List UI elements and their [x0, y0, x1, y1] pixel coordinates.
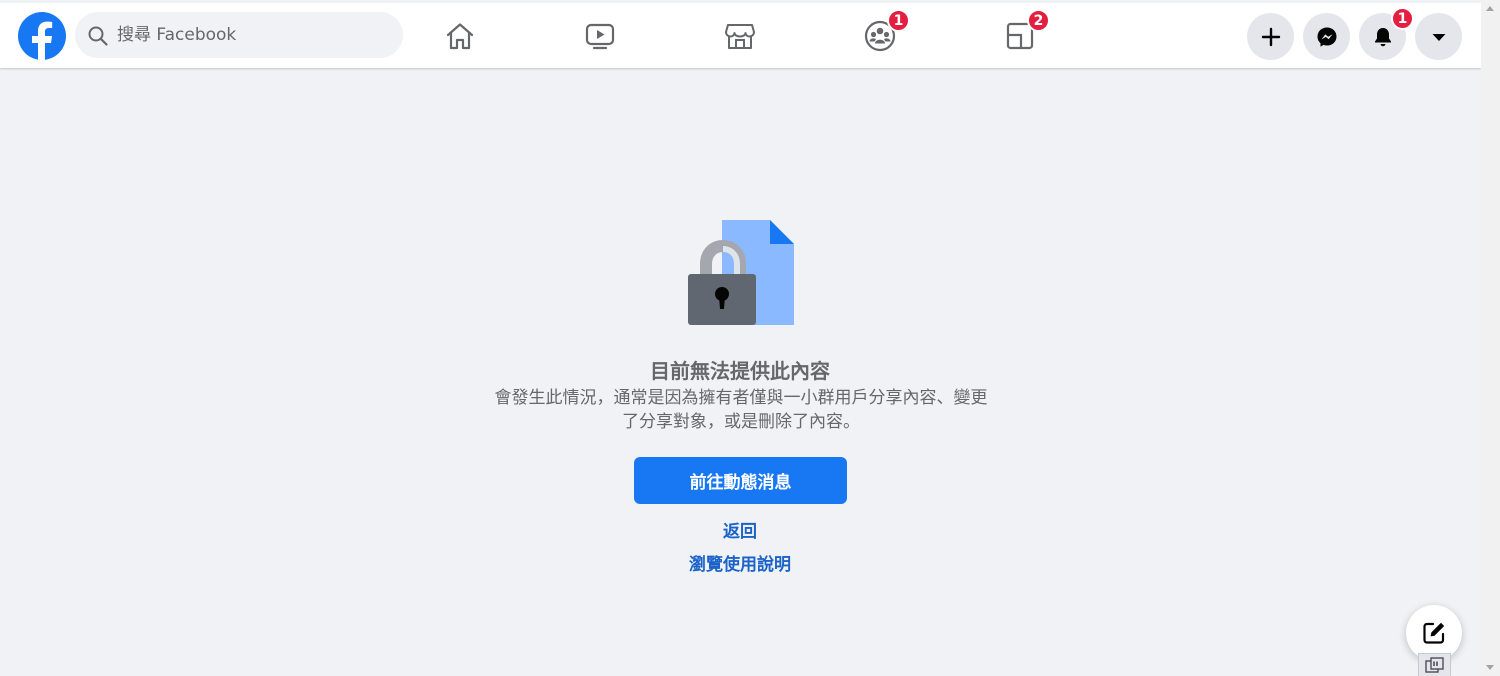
chat-window-icon — [1424, 657, 1444, 673]
tab-groups[interactable]: 1 — [825, 3, 935, 68]
tab-home[interactable] — [405, 3, 515, 68]
search-input[interactable] — [117, 12, 397, 58]
chat-tab-thumbnail[interactable] — [1418, 653, 1451, 676]
messenger-icon — [1317, 27, 1336, 47]
locked-content-illustration — [688, 220, 794, 325]
search-bar[interactable] — [75, 12, 403, 58]
home-icon — [446, 22, 474, 49]
facebook-f-icon — [32, 21, 53, 60]
account-menu-button[interactable] — [1415, 13, 1462, 60]
groups-badge: 1 — [887, 9, 910, 32]
scroll-up-arrow[interactable] — [1486, 6, 1494, 11]
tab-marketplace[interactable] — [685, 3, 795, 68]
back-link[interactable]: 返回 — [590, 517, 890, 542]
bell-icon — [1374, 27, 1391, 46]
facebook-logo[interactable] — [18, 12, 66, 60]
compose-icon — [1423, 622, 1445, 644]
help-center-link[interactable]: 瀏覽使用說明 — [590, 550, 890, 575]
top-navigation-bar: 1 2 1 — [0, 0, 1481, 68]
page-description: 會發生此情況，通常是因為擁有者僅與一小群用戶分享內容、變更了分享對象，或是刪除了… — [494, 388, 988, 432]
search-icon — [88, 26, 108, 46]
create-button[interactable] — [1247, 13, 1294, 60]
gaming-badge: 2 — [1027, 9, 1050, 32]
vertical-scrollbar[interactable] — [1481, 0, 1500, 676]
go-to-news-feed-button[interactable]: 前往動態消息 — [634, 457, 847, 504]
tab-gaming[interactable]: 2 — [965, 3, 1075, 68]
page-title: 目前無法提供此內容 — [650, 359, 830, 383]
plus-icon — [1261, 27, 1280, 46]
tab-watch[interactable] — [545, 3, 655, 68]
messenger-button[interactable] — [1303, 13, 1350, 60]
caret-down-icon — [1432, 33, 1445, 41]
scroll-down-arrow[interactable] — [1486, 665, 1494, 670]
notifications-button[interactable]: 1 — [1359, 7, 1414, 60]
video-icon — [585, 23, 615, 49]
notifications-badge: 1 — [1391, 7, 1414, 30]
store-icon — [725, 23, 755, 49]
